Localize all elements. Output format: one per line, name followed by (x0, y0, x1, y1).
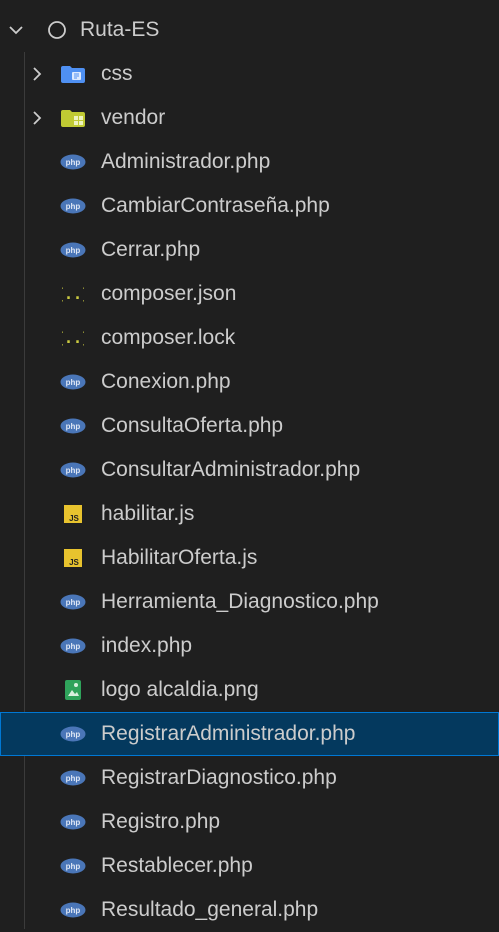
svg-text:php: php (66, 730, 81, 739)
svg-text:JS: JS (69, 558, 79, 567)
php-icon: php (60, 151, 86, 173)
root-folder-label: Ruta-ES (80, 18, 160, 41)
php-icon: php (60, 195, 86, 217)
explorer-item[interactable]: JS habilitar.js (0, 492, 499, 536)
svg-text:php: php (66, 422, 81, 431)
explorer-item-label: habilitar.js (101, 502, 195, 525)
explorer-item[interactable]: logo alcaldia.png (0, 668, 499, 712)
explorer-item-label: Registro.php (101, 810, 221, 833)
explorer-item-label: ConsultarAdministrador.php (101, 458, 361, 481)
explorer-item-label: Resultado_general.php (101, 898, 319, 921)
css-folder-icon (60, 63, 86, 85)
svg-text:{..}: {..} (62, 285, 84, 303)
explorer-item[interactable]: php Resultado_general.php (0, 888, 499, 932)
file-explorer-tree: Ruta-ES css vendor php Administrador.php php… (0, 0, 499, 929)
root-folder-ruta-es[interactable]: Ruta-ES (0, 8, 499, 52)
vendor-folder-icon (60, 107, 86, 129)
explorer-item-label: Restablecer.php (101, 854, 253, 877)
explorer-item-label: index.php (101, 634, 193, 657)
explorer-item[interactable]: php Restablecer.php (0, 844, 499, 888)
explorer-item[interactable]: php Conexion.php (0, 360, 499, 404)
explorer-item-label: logo alcaldia.png (101, 678, 259, 701)
explorer-item[interactable]: php Registro.php (0, 800, 499, 844)
svg-text:php: php (66, 158, 81, 167)
explorer-item-label: ConsultaOferta.php (101, 414, 284, 437)
explorer-item[interactable]: php CambiarContraseña.php (0, 184, 499, 228)
svg-text:php: php (66, 906, 81, 915)
explorer-item-label: Herramienta_Diagnostico.php (101, 590, 379, 613)
explorer-item[interactable]: {..} composer.json (0, 272, 499, 316)
explorer-item[interactable]: php RegistrarDiagnostico.php (0, 756, 499, 800)
php-icon: php (60, 767, 86, 789)
explorer-item-label: composer.json (101, 282, 237, 305)
explorer-item[interactable]: php RegistrarAdministrador.php (0, 712, 499, 756)
chevron-down-icon[interactable] (7, 21, 25, 39)
explorer-item[interactable]: vendor (0, 96, 499, 140)
explorer-item-label: vendor (101, 106, 166, 129)
php-icon: php (60, 459, 86, 481)
svg-text:php: php (66, 598, 81, 607)
svg-text:php: php (66, 818, 81, 827)
image-icon (60, 679, 86, 701)
explorer-item[interactable]: css (0, 52, 499, 96)
php-icon: php (60, 723, 86, 745)
chevron-right-icon[interactable] (28, 109, 46, 127)
svg-text:JS: JS (69, 514, 79, 523)
json-icon: {..} (60, 283, 86, 305)
explorer-item[interactable]: {..} composer.lock (0, 316, 499, 360)
explorer-item[interactable]: JS HabilitarOferta.js (0, 536, 499, 580)
svg-text:{..}: {..} (62, 329, 84, 347)
php-icon: php (60, 371, 86, 393)
explorer-item[interactable]: php Herramienta_Diagnostico.php (0, 580, 499, 624)
explorer-item[interactable]: php Administrador.php (0, 140, 499, 184)
php-icon: php (60, 811, 86, 833)
js-icon: JS (60, 547, 86, 569)
explorer-item[interactable]: php Cerrar.php (0, 228, 499, 272)
root-circle-icon (44, 19, 70, 41)
explorer-item-label: RegistrarAdministrador.php (101, 722, 356, 745)
explorer-item-label: HabilitarOferta.js (101, 546, 258, 569)
explorer-item-label: Cerrar.php (101, 238, 201, 261)
php-icon: php (60, 415, 86, 437)
svg-text:php: php (66, 202, 81, 211)
explorer-item[interactable]: php index.php (0, 624, 499, 668)
explorer-item-label: CambiarContraseña.php (101, 194, 330, 217)
svg-text:php: php (66, 246, 81, 255)
explorer-item-label: composer.lock (101, 326, 236, 349)
svg-text:php: php (66, 862, 81, 871)
js-icon: JS (60, 503, 86, 525)
svg-text:php: php (66, 466, 81, 475)
php-icon: php (60, 239, 86, 261)
chevron-right-icon[interactable] (28, 65, 46, 83)
php-icon: php (60, 899, 86, 921)
explorer-item-label: Administrador.php (101, 150, 271, 173)
php-icon: php (60, 635, 86, 657)
svg-text:php: php (66, 774, 81, 783)
json-icon: {..} (60, 327, 86, 349)
explorer-item-label: css (101, 62, 133, 85)
svg-text:php: php (66, 642, 81, 651)
explorer-item-label: RegistrarDiagnostico.php (101, 766, 337, 789)
php-icon: php (60, 855, 86, 877)
explorer-item-label: Conexion.php (101, 370, 231, 393)
php-icon: php (60, 591, 86, 613)
svg-text:php: php (66, 378, 81, 387)
explorer-item[interactable]: php ConsultarAdministrador.php (0, 448, 499, 492)
explorer-item[interactable]: php ConsultaOferta.php (0, 404, 499, 448)
